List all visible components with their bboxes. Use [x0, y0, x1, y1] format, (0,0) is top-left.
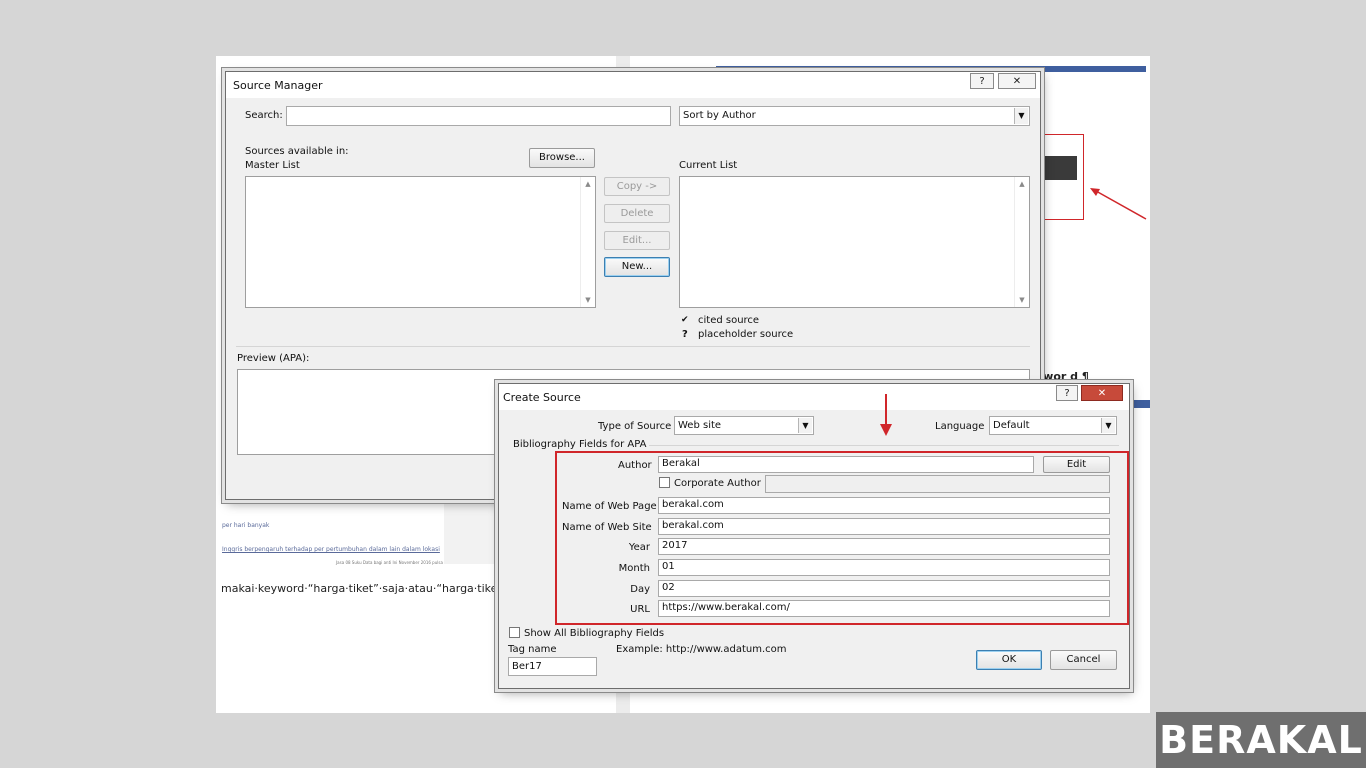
berakal-watermark-logo: BERAKAL — [1156, 712, 1366, 768]
new-source-button[interactable]: New... — [604, 257, 670, 277]
example-text: Example: http://www.adatum.com — [616, 644, 787, 655]
highlight-box — [555, 451, 1129, 625]
preview-label: Preview (APA): — [237, 353, 310, 364]
close-button[interactable]: ✕ — [998, 73, 1036, 89]
language-select[interactable]: Default ▼ — [989, 416, 1117, 435]
create-source-titlebar: Create Source ? ✕ — [499, 384, 1129, 410]
close-button[interactable]: ✕ — [1081, 385, 1123, 401]
red-arrow-down-icon — [880, 394, 892, 436]
browse-button[interactable]: Browse... — [529, 148, 595, 168]
scroll-up-icon[interactable]: ▲ — [1015, 177, 1029, 191]
show-all-fields-checkbox[interactable] — [509, 627, 520, 638]
cited-source-icon: ✔ — [681, 315, 689, 325]
bibliography-group-line — [649, 445, 1119, 446]
chevron-down-icon: ▼ — [798, 418, 812, 433]
master-list-box[interactable]: ▲ ▼ — [245, 176, 596, 308]
doc-link-2[interactable]: Inggris berpengaruh terhadap per pertumb… — [222, 546, 440, 553]
placeholder-source-icon: ? — [682, 329, 688, 340]
scroll-down-icon[interactable]: ▼ — [1015, 293, 1029, 307]
scroll-down-icon[interactable]: ▼ — [581, 293, 595, 307]
doc-sidebar-box — [444, 502, 504, 564]
language-label: Language — [935, 421, 985, 432]
doc-thumbnail — [1041, 156, 1077, 180]
ok-button[interactable]: OK — [976, 650, 1042, 670]
copy-button[interactable]: Copy -> — [604, 177, 670, 196]
help-button[interactable]: ? — [970, 73, 994, 89]
language-value: Default — [993, 420, 1030, 431]
doc-body-text: makai·keyword·“harga·tiket”·saja·atau·“h… — [221, 582, 506, 595]
sort-select-value: Sort by Author — [683, 110, 756, 121]
type-of-source-label: Type of Source — [598, 421, 672, 432]
placeholder-source-label: placeholder source — [698, 329, 794, 340]
tag-name-input[interactable]: Ber17 — [508, 657, 597, 676]
edit-source-button[interactable]: Edit... — [604, 231, 670, 250]
chevron-down-icon: ▼ — [1014, 108, 1028, 124]
master-list-label: Master List — [245, 160, 300, 171]
cancel-button[interactable]: Cancel — [1050, 650, 1117, 670]
current-list-scrollbar[interactable]: ▲ ▼ — [1014, 177, 1029, 307]
doc-link-1[interactable]: per hari banyak — [222, 522, 269, 529]
tag-name-label: Tag name — [508, 644, 557, 655]
chevron-down-icon: ▼ — [1101, 418, 1115, 433]
doc-side-keyword: ywor d ¶ — [1036, 370, 1089, 383]
current-list-box[interactable]: ▲ ▼ — [679, 176, 1030, 308]
search-input[interactable] — [286, 106, 671, 126]
bibliography-fields-label: Bibliography Fields for APA — [513, 439, 647, 450]
current-list-label: Current List — [679, 160, 738, 171]
source-manager-title: Source Manager — [233, 79, 323, 92]
preview-divider — [236, 346, 1030, 347]
create-source-title: Create Source — [503, 391, 581, 404]
show-all-fields-label: Show All Bibliography Fields — [524, 628, 665, 639]
help-button[interactable]: ? — [1056, 385, 1078, 401]
scroll-up-icon[interactable]: ▲ — [581, 177, 595, 191]
delete-button[interactable]: Delete — [604, 204, 670, 223]
master-list-scrollbar[interactable]: ▲ ▼ — [580, 177, 595, 307]
sort-select[interactable]: Sort by Author ▼ — [679, 106, 1030, 126]
red-arrow-left-icon — [1090, 188, 1147, 220]
type-of-source-value: Web site — [678, 420, 722, 431]
source-manager-titlebar: Source Manager ? ✕ — [226, 72, 1040, 98]
create-source-dialog: Create Source ? ✕ Type of Source Web sit… — [498, 383, 1130, 689]
cited-source-label: cited source — [698, 315, 760, 326]
doc-small-text: Jasa 08 Suku Data bagi anti Ini November… — [336, 560, 462, 565]
sources-available-label: Sources available in: — [245, 146, 349, 157]
search-label: Search: — [245, 110, 283, 121]
type-of-source-select[interactable]: Web site ▼ — [674, 416, 814, 435]
